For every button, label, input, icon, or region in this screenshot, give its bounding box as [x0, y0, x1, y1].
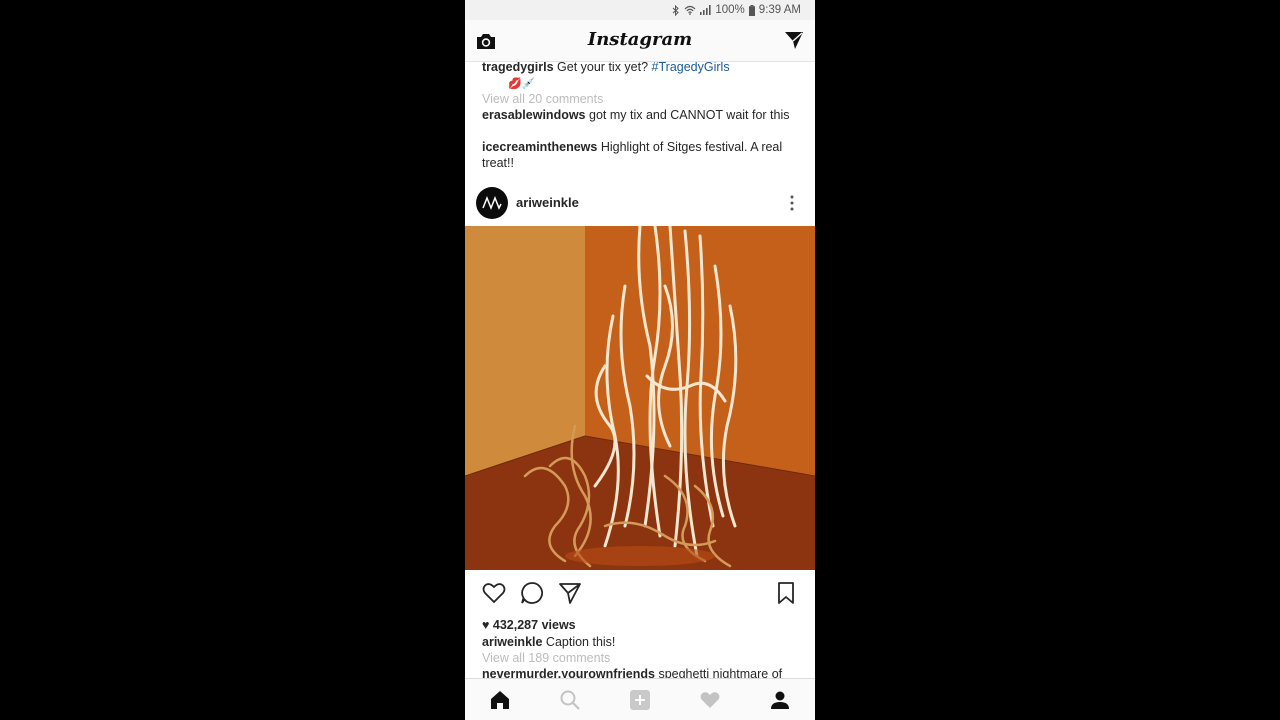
battery-icon	[748, 4, 755, 16]
post-image[interactable]	[465, 226, 815, 570]
prev-caption-hashtag[interactable]: #TragedyGirls	[652, 62, 730, 74]
prev-caption-emoji: 💋💉	[508, 78, 536, 90]
bookmark-icon[interactable]	[773, 580, 799, 606]
bottom-nav	[465, 678, 815, 720]
comment-2-user[interactable]: icecreaminthenews	[482, 140, 597, 154]
search-icon[interactable]	[559, 689, 581, 711]
comment-1-user[interactable]: erasablewindows	[482, 108, 586, 122]
avatar-logo-icon	[482, 196, 502, 210]
post-comment-1: nevermurder.yourownfriends speghetti nig…	[482, 666, 815, 678]
add-post-icon[interactable]	[629, 689, 651, 711]
prev-caption-text: Get your tix yet?	[553, 62, 652, 74]
top-bar: Instagram	[465, 20, 815, 62]
prev-caption-user[interactable]: tragedygirls	[482, 62, 554, 74]
prev-caption-emoji-line: 💋💉	[482, 75, 800, 92]
comment-1-text: got my tix and CANNOT wait for this	[585, 108, 790, 122]
app-logo: Instagram	[587, 29, 693, 50]
post-caption: ariweinkle Caption this!	[482, 634, 800, 650]
views-heart-icon: ♥	[482, 618, 493, 632]
views-text: 432,287 views	[492, 618, 576, 632]
bluetooth-icon	[673, 4, 680, 16]
home-icon[interactable]	[489, 689, 511, 711]
views-count: ♥ 432,287 views	[482, 618, 576, 632]
status-time: 9:39 AM	[758, 4, 801, 16]
feed[interactable]: tragedygirls Get your tix yet? #TragedyG…	[465, 62, 815, 678]
noodle-sculpture-image	[465, 226, 815, 570]
profile-icon[interactable]	[769, 689, 791, 711]
post-caption-text: Caption this!	[542, 635, 616, 649]
post-actions	[465, 570, 815, 614]
post-comment-1-user[interactable]: nevermurder.yourownfriends	[482, 667, 655, 678]
more-options-icon[interactable]	[785, 193, 799, 213]
comment-icon[interactable]	[519, 580, 545, 606]
battery-percent: 100%	[715, 4, 745, 16]
post-caption-user[interactable]: ariweinkle	[482, 635, 542, 649]
post-comment-1-text: speghetti nightmare of	[654, 667, 783, 678]
prev-view-comments-link[interactable]: View all 20 comments	[482, 91, 800, 107]
direct-message-icon[interactable]	[783, 29, 805, 51]
activity-heart-icon[interactable]	[699, 689, 721, 711]
post-view-comments-link[interactable]: View all 189 comments	[482, 650, 800, 666]
post-header: ariweinkle	[465, 182, 815, 226]
wifi-icon	[684, 5, 696, 15]
prev-caption: tragedygirls Get your tix yet? #TragedyG…	[482, 62, 800, 75]
status-bar: 100% 9:39 AM	[465, 0, 815, 20]
phone-screen: 100% 9:39 AM Instagram tragedygirls Get …	[465, 0, 815, 720]
post-username[interactable]: ariweinkle	[516, 195, 579, 210]
heart-icon[interactable]	[481, 580, 507, 606]
signal-icon	[700, 5, 711, 15]
avatar[interactable]	[476, 187, 508, 219]
comment-2: icecreaminthenews Highlight of Sitges fe…	[482, 139, 800, 171]
share-icon[interactable]	[557, 580, 583, 606]
comment-1: erasablewindows got my tix and CANNOT wa…	[482, 107, 800, 123]
